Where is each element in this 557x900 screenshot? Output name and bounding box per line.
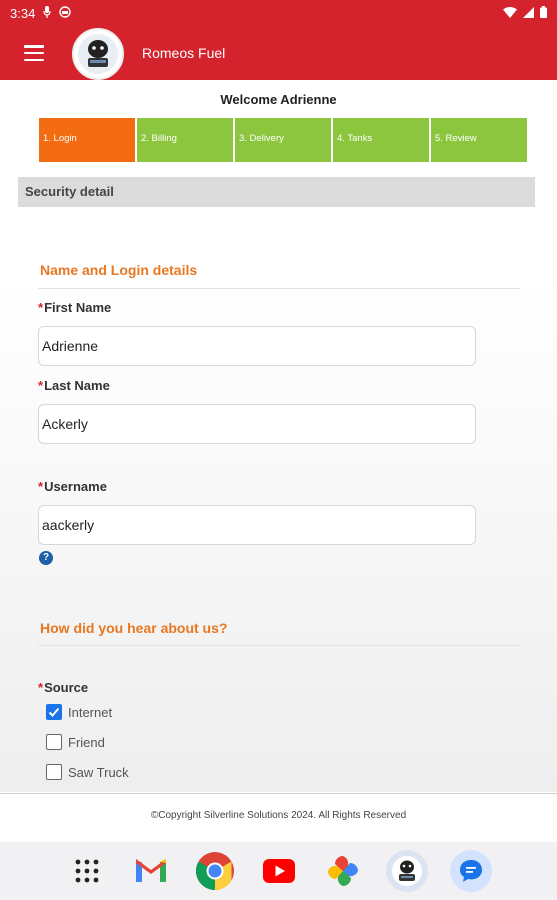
source-option-saw-truck[interactable]: Saw Truck bbox=[46, 764, 129, 780]
required-marker: * bbox=[38, 479, 44, 494]
option-label: Internet bbox=[68, 704, 113, 720]
app-title: Romeos Fuel bbox=[142, 45, 226, 61]
required-marker: * bbox=[38, 378, 44, 393]
mic-icon bbox=[43, 6, 51, 20]
username-input[interactable] bbox=[38, 505, 476, 545]
option-label: Friend bbox=[68, 734, 105, 750]
last-name-label: *Last Name bbox=[38, 378, 110, 393]
option-label: Saw Truck bbox=[68, 764, 129, 780]
step-billing[interactable]: 2. Billing bbox=[137, 118, 233, 162]
last-name-input[interactable] bbox=[38, 404, 476, 444]
source-option-internet[interactable]: Internet bbox=[46, 704, 112, 720]
checkbox-icon[interactable] bbox=[46, 734, 62, 750]
messages-icon[interactable] bbox=[449, 850, 492, 892]
checkbox-icon[interactable] bbox=[46, 764, 62, 780]
app-bar: Romeos Fuel bbox=[0, 26, 557, 80]
source-option-friend[interactable]: Friend bbox=[46, 734, 105, 750]
notification-circle-icon bbox=[59, 6, 72, 20]
copyright-text: ©Copyright Silverline Solutions 2024. Al… bbox=[150, 810, 407, 821]
battery-icon bbox=[540, 6, 547, 20]
romeos-fuel-app-icon[interactable] bbox=[385, 850, 428, 892]
app-dock bbox=[0, 842, 557, 900]
welcome-message: Welcome Adrienne bbox=[220, 92, 337, 107]
footer: ©Copyright Silverline Solutions 2024. Al… bbox=[0, 793, 557, 841]
required-marker: * bbox=[38, 680, 44, 695]
username-label: *Username bbox=[38, 479, 107, 494]
clock: 3:34 bbox=[10, 5, 36, 21]
signal-icon bbox=[523, 6, 534, 20]
section-title: Security detail bbox=[18, 177, 535, 207]
step-tanks[interactable]: 4. Tanks bbox=[333, 118, 429, 162]
required-marker: * bbox=[38, 300, 44, 315]
photos-icon[interactable] bbox=[322, 850, 364, 892]
step-review[interactable]: 5. Review bbox=[431, 118, 527, 162]
divider bbox=[38, 288, 520, 289]
login-section-heading: Name and Login details bbox=[40, 262, 198, 278]
source-section-heading: How did you hear about us? bbox=[40, 620, 228, 636]
step-login[interactable]: 1. Login bbox=[39, 118, 135, 162]
divider bbox=[38, 645, 520, 646]
gmail-icon[interactable] bbox=[130, 850, 172, 892]
checkbox-checked-icon[interactable] bbox=[46, 704, 62, 720]
status-bar: 3:34 bbox=[0, 0, 557, 26]
app-logo bbox=[72, 28, 124, 80]
youtube-icon[interactable] bbox=[258, 850, 300, 892]
main-content: Welcome Adrienne 1. Login 2. Billing 3. … bbox=[0, 80, 557, 792]
source-label: *Source bbox=[38, 680, 89, 695]
first-name-input[interactable] bbox=[38, 326, 476, 366]
menu-icon[interactable] bbox=[24, 45, 44, 61]
step-delivery[interactable]: 3. Delivery bbox=[235, 118, 331, 162]
progress-steps: 1. Login 2. Billing 3. Delivery 4. Tanks… bbox=[39, 118, 527, 162]
help-icon[interactable]: ? bbox=[39, 551, 53, 565]
first-name-label: *First Name bbox=[38, 300, 112, 315]
chrome-icon[interactable] bbox=[194, 850, 236, 892]
apps-grid-icon[interactable] bbox=[66, 850, 108, 892]
wifi-icon bbox=[503, 6, 517, 20]
